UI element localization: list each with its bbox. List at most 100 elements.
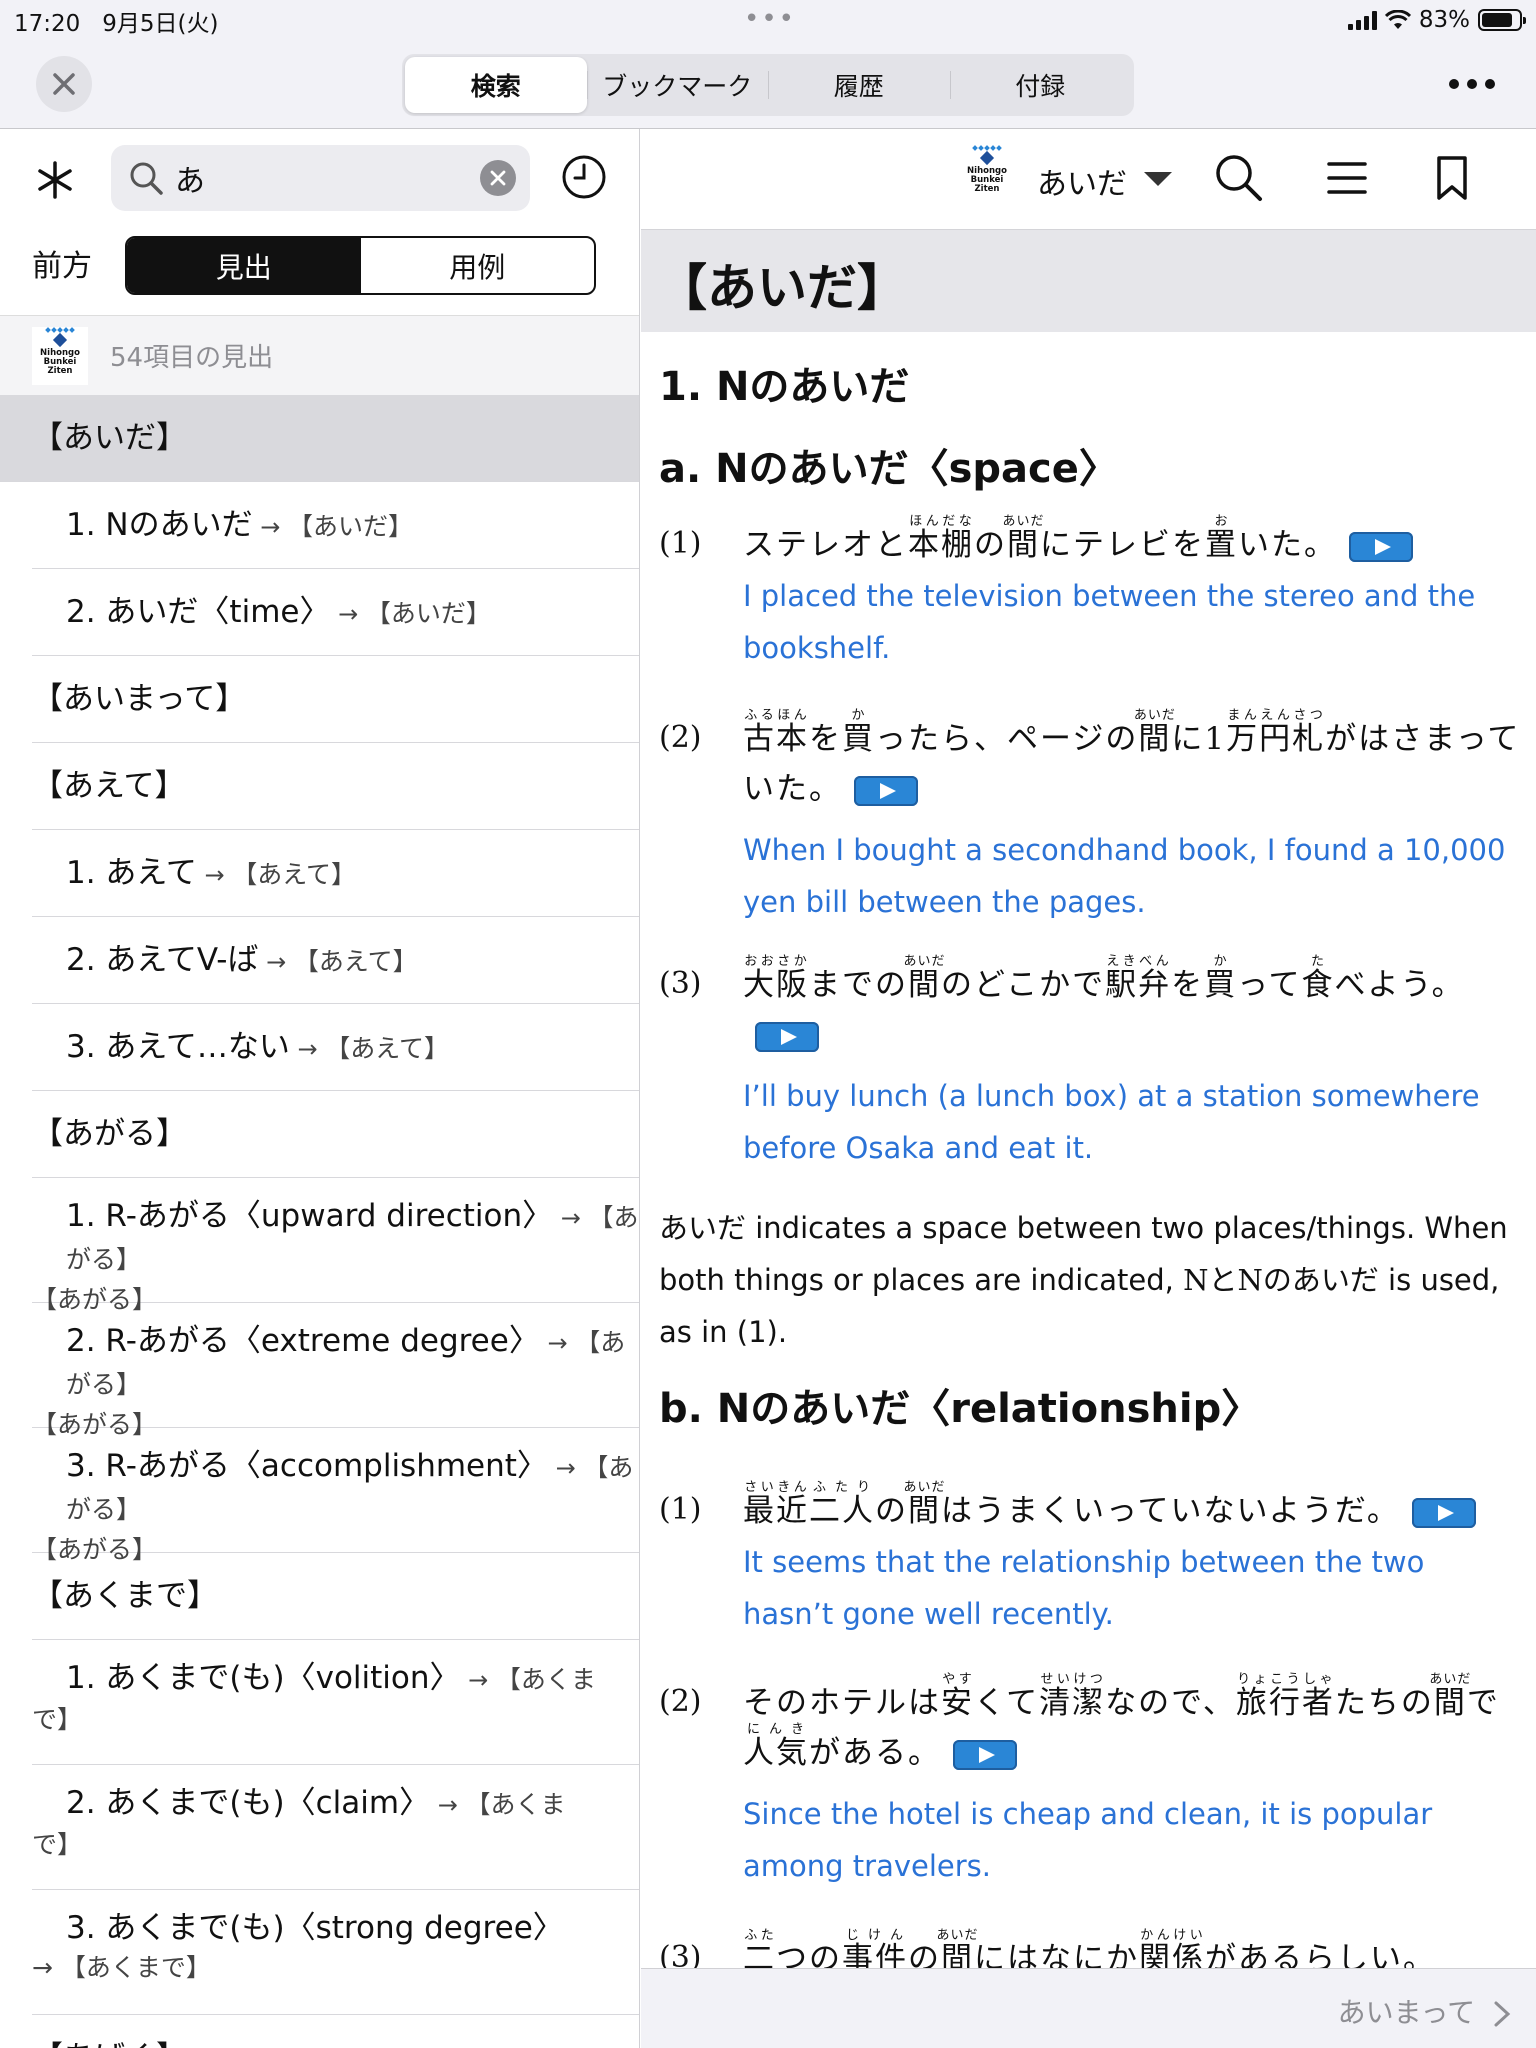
- entry-subitem-text: 3. R-あがる〈accomplishment〉: [66, 1448, 548, 1484]
- dictionary-toolbar: Nihongo Bunkei Ziten あいだ: [641, 129, 1536, 229]
- next-entry-label: あいまって: [1337, 1996, 1476, 2029]
- asterisk-icon[interactable]: [30, 155, 80, 205]
- more-button[interactable]: [1444, 66, 1500, 102]
- entry-heading-row[interactable]: 【あいまって】: [32, 656, 639, 743]
- section-heading: 1. Nのあいだ: [659, 364, 910, 410]
- logo-line-3: Ziten: [47, 366, 73, 376]
- entry-subitem-row[interactable]: 2. あえてV-ば → 【あえて】: [32, 917, 639, 1004]
- entry-heading-row[interactable]: 【あがる】: [32, 1091, 639, 1178]
- close-button[interactable]: [36, 56, 92, 112]
- chevron-down-icon[interactable]: [1144, 172, 1172, 186]
- entry-reference: 【あいだ】: [365, 599, 491, 628]
- clear-icon[interactable]: [480, 160, 516, 196]
- tab-history[interactable]: 履歴: [768, 57, 950, 113]
- example-translation: I’ll buy lunch (a lunch box) at a statio…: [743, 1079, 1480, 1165]
- example-number: (2): [659, 720, 702, 755]
- arrow-right-icon: →: [547, 1454, 584, 1482]
- tab-search[interactable]: 検索: [405, 57, 587, 113]
- next-entry-link[interactable]: あいまって: [1338, 1991, 1512, 2031]
- entry-subitem-row[interactable]: 1. Nのあいだ → 【あいだ】: [32, 482, 639, 569]
- entry-subitem-row[interactable]: 3. あくまで(も)〈strong degree〉 → 【あくまで】: [32, 1890, 639, 2015]
- explanation-term: あいだ: [659, 1211, 747, 1245]
- search-direction-label[interactable]: 前方: [32, 241, 92, 285]
- menu-icon: [1327, 162, 1367, 194]
- result-count: 54項目の見出: [110, 343, 274, 373]
- explanation-paragraph: あいだ indicates a space between two places…: [659, 1202, 1529, 1358]
- example-translation: When I bought a secondhand book, I found…: [743, 833, 1506, 919]
- entry-heading-row[interactable]: 【あいだ】: [0, 395, 639, 482]
- entry-reference-wrap: で】: [32, 1825, 639, 1865]
- arrow-right-icon: →: [32, 1953, 61, 1982]
- play-icon[interactable]: [1349, 531, 1413, 562]
- entry-subitem-text: 1. あくまで(も)〈volition〉: [66, 1660, 461, 1696]
- entry-heading-text: 【あげく】: [32, 2040, 187, 2048]
- entry-heading-row[interactable]: 【あえて】: [32, 743, 639, 830]
- more-icon-dot: [1485, 79, 1495, 89]
- example-japanese: 二ふたつの事件じけんの間あいだにはなにか関係かんけいがあるらしい。: [743, 1928, 1436, 1968]
- entry-heading-text: 【あいまって】: [32, 681, 247, 717]
- mode-headword[interactable]: 見出: [127, 238, 361, 293]
- entry-heading-row[interactable]: 【あくまで】: [32, 1553, 639, 1640]
- tab-appendix[interactable]: 付録: [949, 57, 1132, 113]
- search-input[interactable]: [175, 155, 475, 201]
- current-entry-title[interactable]: あいだ: [1037, 159, 1127, 203]
- entry-reference-wrap: で】: [32, 1700, 639, 1740]
- tab-bookmarks[interactable]: ブックマーク: [586, 57, 769, 113]
- entry-subitem-text: 1. あえて: [66, 855, 197, 891]
- mode-example[interactable]: 用例: [361, 238, 595, 293]
- battery-fill: [1482, 13, 1512, 27]
- arrow-right-icon: →: [460, 1666, 496, 1694]
- entry-reference: 【あいだ】: [288, 512, 414, 541]
- top-navigation-bar: 検索 ブックマーク 履歴 付録: [0, 40, 1536, 129]
- history-clock-icon[interactable]: [560, 153, 608, 205]
- bookmark-button[interactable]: [1435, 155, 1469, 205]
- search-sidebar: 前方 見出 用例 Nihongo Bunkei Ziten 54項目の見出 【あ…: [0, 129, 640, 2048]
- entry-reference: 【あくま: [465, 1790, 566, 1819]
- entry-title: 【あいだ】: [657, 259, 907, 317]
- logo-mark-icon: [45, 327, 75, 348]
- entry-heading-text: 【あがる】: [32, 1116, 187, 1152]
- entry-subitem-row[interactable]: 1. あえて → 【あえて】: [32, 830, 639, 917]
- entry-reference: 【あえて】: [293, 947, 418, 976]
- play-icon[interactable]: [1411, 1497, 1476, 1528]
- search-field: [111, 145, 530, 211]
- entry-heading-text: 【あいだ】: [32, 420, 187, 456]
- entry-subitem-row[interactable]: 2. あくまで(も)〈claim〉 → 【あくま で】: [32, 1765, 639, 1890]
- entry-subitem-text: 3. あえて…ない: [66, 1029, 290, 1065]
- entry-subitem-row[interactable]: 1. あくまで(も)〈volition〉 → 【あくま で】: [32, 1640, 639, 1765]
- search-icon: [1216, 155, 1262, 201]
- entry-reference-wrap: → 【あくまで】: [32, 1948, 639, 1988]
- arrow-right-icon: →: [330, 600, 366, 628]
- wifi-icon: [1384, 10, 1411, 29]
- entry-subitem-row[interactable]: 3. R-あがる〈accomplishment〉 → 【あがる】 【あがる】: [32, 1428, 639, 1564]
- status-time: 17:20 9月5日(火): [14, 11, 219, 37]
- more-icon: [1449, 79, 1459, 89]
- play-icon[interactable]: [755, 1021, 819, 1052]
- play-icon[interactable]: [953, 1739, 1017, 1770]
- search-button[interactable]: [1212, 151, 1264, 207]
- menu-button[interactable]: [1327, 161, 1367, 199]
- example-translation: It seems that the relationship between t…: [743, 1545, 1425, 1631]
- entry-subitem-text: 2. あいだ〈time〉: [66, 594, 331, 630]
- entry-heading-text: 【あくまで】: [32, 1578, 218, 1614]
- arrow-right-icon: →: [258, 948, 294, 976]
- multitasking-dots-icon[interactable]: •••: [744, 4, 796, 34]
- example-number: (1): [659, 1492, 702, 1527]
- entry-subitem-text: 1. Nのあいだ: [66, 507, 253, 543]
- example-translation: Since the hotel is cheap and clean, it i…: [743, 1797, 1433, 1883]
- entry-reference-tail: 【あくまで】: [60, 1953, 211, 1982]
- entry-subitem-text: 2. あくまで(も)〈claim〉: [66, 1785, 431, 1821]
- entry-subitem-row[interactable]: 1. R-あがる〈upward direction〉 → 【あがる】 【あがる】: [32, 1178, 639, 1314]
- dictionary-logo[interactable]: Nihongo Bunkei Ziten: [959, 145, 1015, 203]
- entry-heading-row[interactable]: 【あげく】: [32, 2015, 639, 2048]
- entry-subitem-row[interactable]: 2. あいだ〈time〉 → 【あいだ】: [32, 569, 639, 656]
- subsection-heading-a: a. Nのあいだ〈space〉: [659, 446, 1119, 492]
- entry-heading-text: 【あえて】: [32, 768, 186, 804]
- entry-subitem-row[interactable]: 2. R-あがる〈extreme degree〉 → 【あがる】 【あがる】: [32, 1303, 639, 1439]
- play-icon[interactable]: [854, 775, 918, 806]
- example-japanese: 大阪おおさかまでの間あいだのどこかで駅弁えきべんを買かって食たべよう。: [743, 954, 1523, 1060]
- entry-subitem-text: 1. R-あがる〈upward direction〉: [66, 1198, 554, 1234]
- entry-subitem-row[interactable]: 3. あえて…ない → 【あえて】: [32, 1004, 639, 1091]
- example-number: (2): [659, 1684, 702, 1719]
- entry-subitem-text: 2. R-あがる〈extreme degree〉: [66, 1323, 540, 1359]
